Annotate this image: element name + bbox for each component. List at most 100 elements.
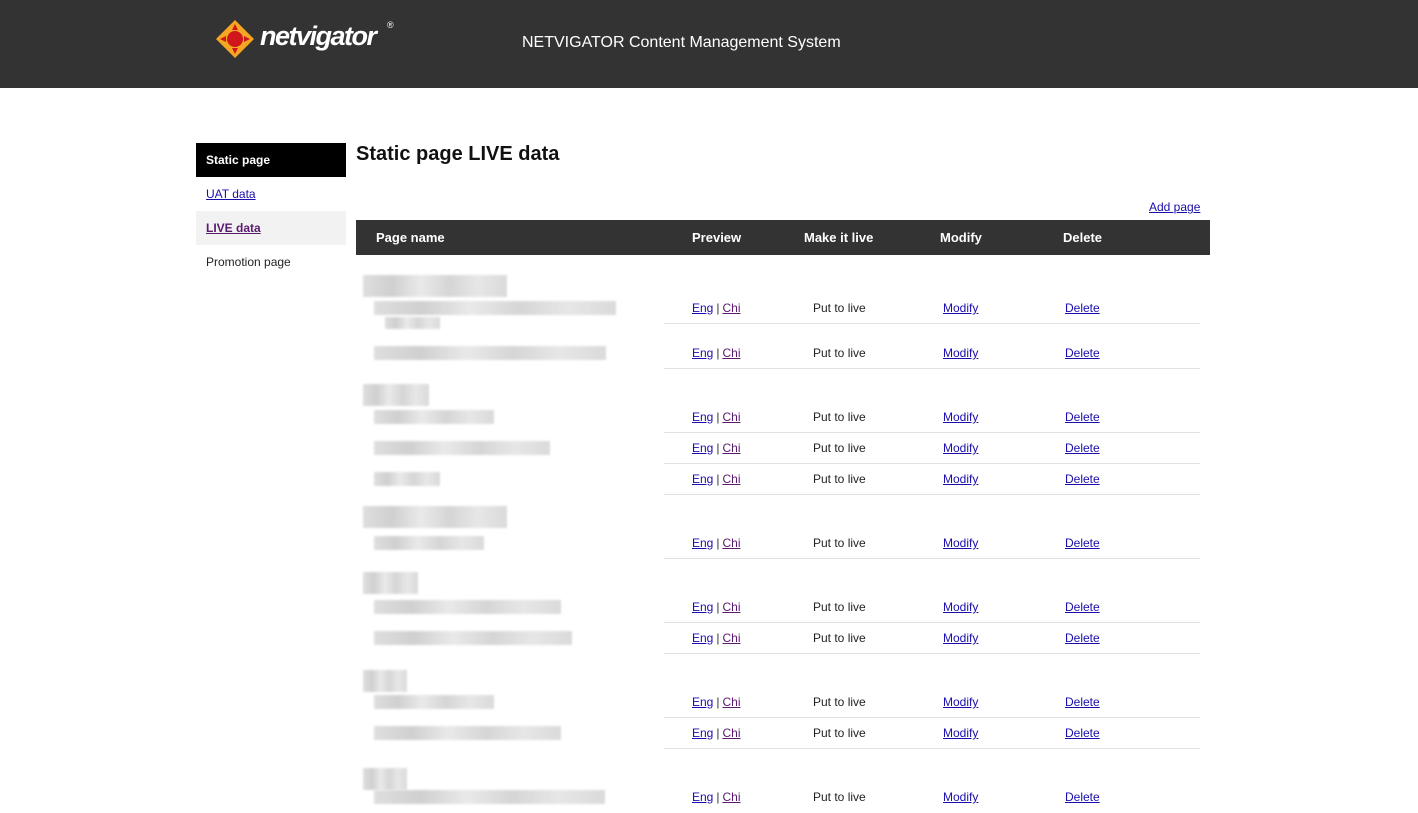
put-to-live-button[interactable]: Put to live: [813, 472, 866, 486]
preview-chi-link[interactable]: Chi: [722, 790, 740, 804]
page-name: [374, 301, 616, 315]
page-name: [374, 410, 494, 424]
modify-link[interactable]: Modify: [943, 346, 978, 360]
put-to-live-button[interactable]: Put to live: [813, 631, 866, 645]
preview-eng-link[interactable]: Eng: [692, 346, 713, 360]
preview-eng-link[interactable]: Eng: [692, 631, 713, 645]
header-bar: netvigator ® NETVIGATOR Content Manageme…: [0, 0, 1418, 88]
modify-link[interactable]: Modify: [943, 695, 978, 709]
netvigator-logo[interactable]: netvigator ®: [215, 18, 394, 60]
page-title: Static page LIVE data: [356, 143, 560, 165]
put-to-live-button[interactable]: Put to live: [813, 726, 866, 740]
preview-eng-link[interactable]: Eng: [692, 441, 713, 455]
group-title: [363, 506, 507, 528]
preview-links: Eng | Chi: [692, 536, 741, 550]
table-row: Eng | Chi Put to live Modify Delete: [356, 718, 1210, 749]
delete-link[interactable]: Delete: [1065, 600, 1100, 614]
preview-eng-link[interactable]: Eng: [692, 790, 713, 804]
sidebar-item-label: Static page: [206, 153, 271, 167]
preview-chi-link[interactable]: Chi: [722, 441, 740, 455]
modify-link[interactable]: Modify: [943, 726, 978, 740]
sidebar-item-static-page[interactable]: Static page: [196, 143, 346, 177]
put-to-live-button[interactable]: Put to live: [813, 441, 866, 455]
preview-eng-link[interactable]: Eng: [692, 301, 713, 315]
preview-eng-link[interactable]: Eng: [692, 726, 713, 740]
modify-link[interactable]: Modify: [943, 301, 978, 315]
preview-links: Eng | Chi: [692, 631, 741, 645]
preview-chi-link[interactable]: Chi: [722, 726, 740, 740]
modify-link[interactable]: Modify: [943, 600, 978, 614]
delete-link[interactable]: Delete: [1065, 441, 1100, 455]
preview-links: Eng | Chi: [692, 726, 741, 740]
modify-link[interactable]: Modify: [943, 441, 978, 455]
preview-chi-link[interactable]: Chi: [722, 410, 740, 424]
preview-chi-link[interactable]: Chi: [722, 631, 740, 645]
put-to-live-button[interactable]: Put to live: [813, 301, 866, 315]
sidebar: Static page UAT data LIVE data Promotion…: [196, 143, 346, 279]
table-row: Eng | Chi Put to live Modify Delete: [356, 464, 1210, 495]
delete-link[interactable]: Delete: [1065, 536, 1100, 550]
preview-eng-link[interactable]: Eng: [692, 695, 713, 709]
app-title: NETVIGATOR Content Management System: [522, 34, 841, 51]
preview-links: Eng | Chi: [692, 472, 741, 486]
delete-link[interactable]: Delete: [1065, 472, 1100, 486]
preview-chi-link[interactable]: Chi: [722, 346, 740, 360]
table-row: Eng | Chi Put to live Modify Delete: [356, 687, 1210, 718]
preview-chi-link[interactable]: Chi: [722, 695, 740, 709]
registered-mark: ®: [387, 20, 394, 30]
column-header-make-live: Make it live: [804, 230, 874, 245]
preview-eng-link[interactable]: Eng: [692, 600, 713, 614]
sidebar-item-promotion-page[interactable]: Promotion page: [196, 245, 346, 279]
page-name: [374, 695, 494, 709]
logo-wordmark: netvigator: [260, 20, 377, 51]
preview-links: Eng | Chi: [692, 695, 741, 709]
delete-link[interactable]: Delete: [1065, 726, 1100, 740]
modify-link[interactable]: Modify: [943, 536, 978, 550]
delete-link[interactable]: Delete: [1065, 695, 1100, 709]
put-to-live-button[interactable]: Put to live: [813, 790, 866, 804]
table-row: Eng | Chi Put to live Modify Delete: [356, 338, 1210, 369]
add-page-link[interactable]: Add page: [1149, 200, 1200, 214]
preview-links: Eng | Chi: [692, 600, 741, 614]
modify-link[interactable]: Modify: [943, 631, 978, 645]
sidebar-item-label: Promotion page: [206, 255, 291, 269]
page-name: [374, 441, 550, 455]
table-row: Eng | Chi Put to live Modify Delete: [356, 782, 1210, 813]
preview-chi-link[interactable]: Chi: [722, 301, 740, 315]
delete-link[interactable]: Delete: [1065, 346, 1100, 360]
put-to-live-button[interactable]: Put to live: [813, 410, 866, 424]
delete-link[interactable]: Delete: [1065, 790, 1100, 804]
preview-eng-link[interactable]: Eng: [692, 410, 713, 424]
column-header-page-name: Page name: [376, 230, 445, 245]
preview-eng-link[interactable]: Eng: [692, 472, 713, 486]
page-name: [374, 472, 440, 486]
preview-chi-link[interactable]: Chi: [722, 472, 740, 486]
group-title: [363, 572, 418, 594]
preview-eng-link[interactable]: Eng: [692, 536, 713, 550]
page-name: [374, 726, 561, 740]
column-header-preview: Preview: [692, 230, 742, 245]
preview-chi-link[interactable]: Chi: [722, 536, 740, 550]
modify-link[interactable]: Modify: [943, 472, 978, 486]
preview-links: Eng | Chi: [692, 410, 741, 424]
put-to-live-button[interactable]: Put to live: [813, 600, 866, 614]
sidebar-link-live-data[interactable]: LIVE data: [206, 221, 261, 235]
put-to-live-button[interactable]: Put to live: [813, 695, 866, 709]
delete-link[interactable]: Delete: [1065, 301, 1100, 315]
delete-link[interactable]: Delete: [1065, 631, 1100, 645]
put-to-live-button[interactable]: Put to live: [813, 536, 866, 550]
table-row: Eng | Chi Put to live Modify Delete: [356, 623, 1210, 654]
table-row: Eng | Chi Put to live Modify Delete: [356, 402, 1210, 433]
column-header-modify: Modify: [940, 230, 982, 245]
preview-chi-link[interactable]: Chi: [722, 600, 740, 614]
table-header: Page name Preview Make it live Modify De…: [356, 220, 1210, 255]
preview-links: Eng | Chi: [692, 346, 741, 360]
modify-link[interactable]: Modify: [943, 790, 978, 804]
delete-link[interactable]: Delete: [1065, 410, 1100, 424]
modify-link[interactable]: Modify: [943, 410, 978, 424]
page-name: [374, 790, 605, 804]
put-to-live-button[interactable]: Put to live: [813, 346, 866, 360]
sidebar-item-live-data[interactable]: LIVE data: [196, 211, 346, 245]
sidebar-item-uat-data[interactable]: UAT data: [196, 177, 346, 211]
sidebar-link-uat-data[interactable]: UAT data: [206, 187, 256, 201]
